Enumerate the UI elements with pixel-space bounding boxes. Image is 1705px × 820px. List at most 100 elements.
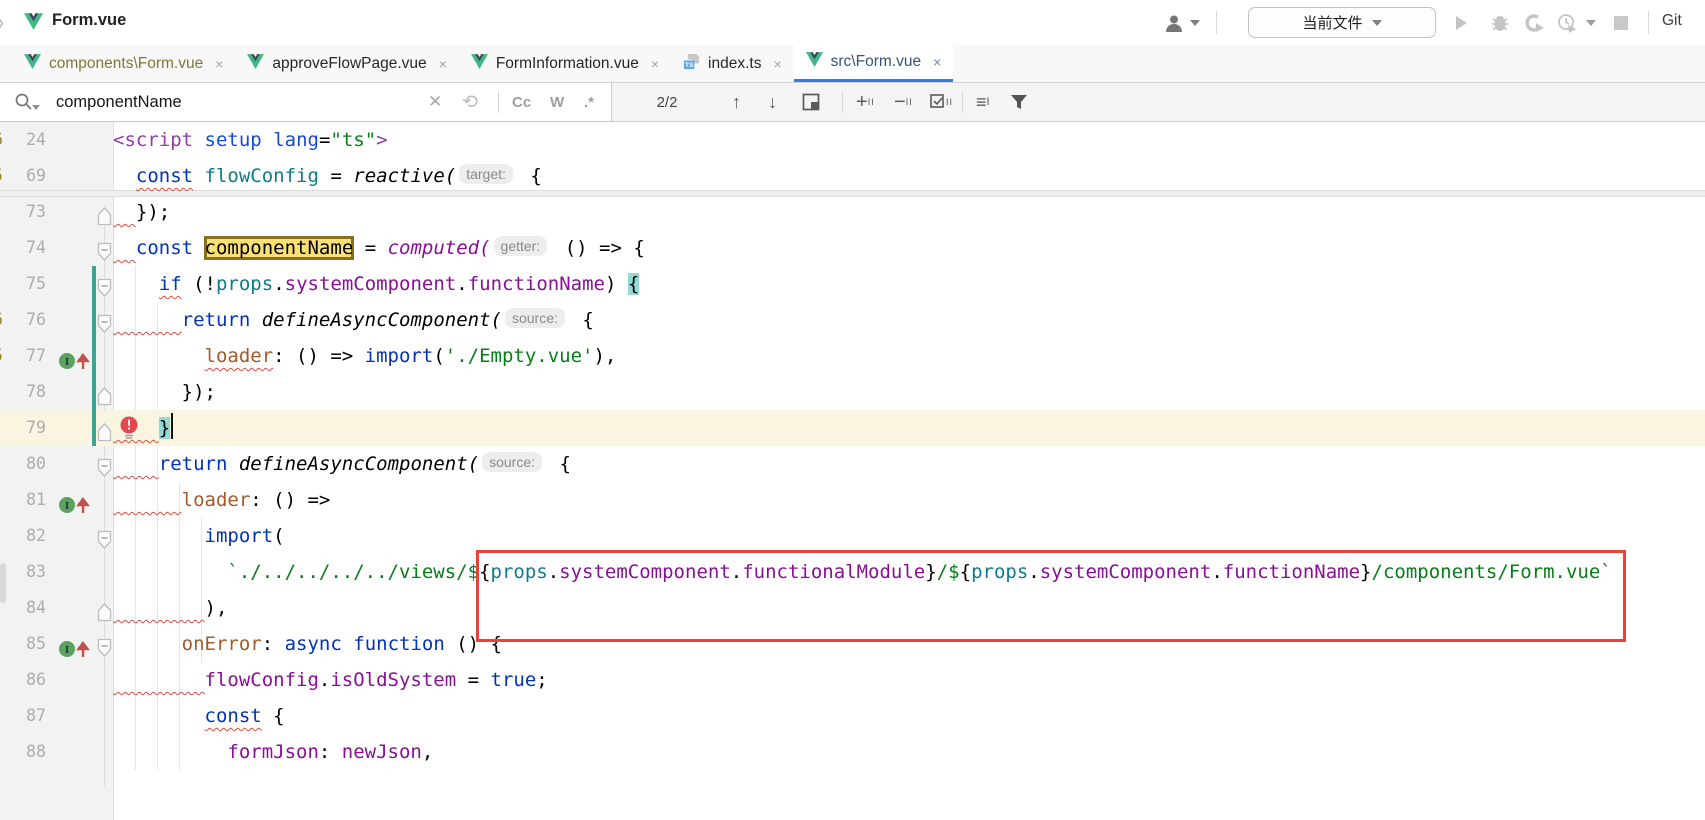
stop-icon[interactable] — [1614, 0, 1628, 45]
tab-components-Form.vue[interactable]: components\Form.vue× — [12, 45, 235, 82]
line-number[interactable]: 76 — [0, 302, 46, 338]
play-icon[interactable] — [1452, 0, 1470, 45]
close-icon[interactable]: × — [651, 56, 659, 72]
fold-down-icon[interactable] — [97, 274, 112, 310]
implementation-marker-icon[interactable]: I — [58, 635, 92, 671]
add-occurrence-icon[interactable]: +II — [856, 83, 875, 121]
user-menu-chevron-icon[interactable] — [1190, 20, 1200, 26]
code-line-69[interactable]: 569 const flowConfig = reactive(target: … — [0, 158, 1705, 194]
code-line-24[interactable]: 624<script setup lang="ts"> — [0, 122, 1705, 158]
code-line-78[interactable]: 78 }); — [0, 374, 1705, 410]
code-line-87[interactable]: 87 const { — [0, 698, 1705, 734]
filter-lines-icon[interactable]: ≡I — [976, 83, 991, 121]
line-number[interactable]: 82 — [0, 518, 46, 554]
fold-up-icon[interactable] — [97, 598, 112, 634]
code-line-77[interactable]: 577I loader: () => import('./Empty.vue')… — [0, 338, 1705, 374]
divider — [842, 91, 843, 113]
close-icon[interactable]: × — [215, 56, 223, 72]
history-icon[interactable] — [1557, 0, 1578, 45]
search-icon[interactable] — [14, 83, 34, 121]
history-chevron-icon[interactable] — [1586, 20, 1596, 26]
implementation-marker-icon[interactable]: I — [58, 491, 92, 527]
whole-words-toggle[interactable]: W — [550, 83, 564, 121]
code-text: }); — [113, 194, 170, 230]
debug-icon[interactable] — [1490, 0, 1510, 45]
tab-src-Form.vue[interactable]: src\Form.vue× — [794, 45, 954, 82]
fold-down-icon[interactable] — [97, 634, 112, 670]
line-number[interactable]: 73 — [0, 194, 46, 230]
line-number[interactable]: 69 — [0, 158, 46, 194]
fold-up-icon[interactable] — [97, 418, 112, 454]
line-number[interactable]: 85 — [0, 626, 46, 662]
fold-down-icon[interactable] — [97, 310, 112, 346]
tab-approveFlowPage.vue[interactable]: approveFlowPage.vue × — [235, 45, 458, 82]
tab-FormInformation.vue[interactable]: FormInformation.vue× — [459, 45, 671, 82]
code-text: flowConfig.isOldSystem = true; — [113, 662, 548, 698]
profiler-icon[interactable] — [1524, 0, 1545, 45]
svg-text:!: ! — [125, 419, 133, 434]
search-query-text[interactable]: componentName — [56, 83, 182, 121]
line-number[interactable]: 24 — [0, 122, 46, 158]
open-in-tool-window-icon[interactable] — [802, 83, 820, 121]
code-line-83[interactable]: 83 `./../../../../views/${props.systemCo… — [0, 554, 1705, 590]
line-number[interactable]: 75 — [0, 266, 46, 302]
prev-match-icon[interactable]: ↑ — [732, 83, 741, 121]
vcs-change-marker[interactable] — [92, 266, 96, 446]
code-line-73[interactable]: 73 }); — [0, 194, 1705, 230]
code-line-75[interactable]: 75 if (!props.systemComponent.functionNa… — [0, 266, 1705, 302]
error-bulb-icon[interactable]: ! — [118, 416, 140, 453]
close-icon[interactable]: × — [773, 56, 781, 72]
svg-text:TS: TS — [685, 62, 694, 69]
line-number[interactable]: 79 — [0, 410, 46, 446]
code-line-76[interactable]: 676 return defineAsyncComponent(source: … — [0, 302, 1705, 338]
clear-icon[interactable]: ✕ — [428, 83, 442, 121]
fold-up-icon[interactable] — [97, 382, 112, 418]
new-search-icon[interactable]: ⟲ — [462, 83, 478, 121]
fold-down-icon[interactable] — [97, 454, 112, 490]
search-mode-chevron-icon[interactable] — [32, 105, 40, 110]
fold-down-icon[interactable] — [97, 238, 112, 274]
line-number[interactable]: 88 — [0, 734, 46, 770]
code-editor[interactable]: 624<script setup lang="ts">569 const flo… — [0, 122, 1705, 820]
match-count: 2/2 — [646, 83, 688, 121]
run-config-selector[interactable]: 当前文件 — [1248, 7, 1436, 38]
code-line-86[interactable]: 86 flowConfig.isOldSystem = true; — [0, 662, 1705, 698]
implementation-marker-icon[interactable]: I — [58, 347, 92, 383]
filter-icon[interactable] — [1010, 83, 1028, 121]
line-number[interactable]: 81 — [0, 482, 46, 518]
match-case-toggle[interactable]: Cc — [512, 83, 531, 121]
tab-index.ts[interactable]: TSindex.ts× — [671, 45, 794, 82]
line-number[interactable]: 77 — [0, 338, 46, 374]
left-scrollbar-thumb[interactable] — [0, 563, 6, 603]
svg-text:I: I — [65, 356, 69, 368]
select-all-occurrences-icon[interactable]: II — [930, 83, 953, 121]
inlay-hint: source: — [505, 308, 565, 328]
code-line-74[interactable]: 74 const componentName = computed(getter… — [0, 230, 1705, 266]
code-line-81[interactable]: 81I loader: () => — [0, 482, 1705, 518]
line-number[interactable]: 80 — [0, 446, 46, 482]
user-icon[interactable] — [1163, 0, 1185, 45]
close-icon[interactable]: × — [439, 56, 447, 72]
code-line-88[interactable]: 88 formJson: newJson, — [0, 734, 1705, 770]
line-number[interactable]: 87 — [0, 698, 46, 734]
fold-up-icon[interactable] — [97, 202, 112, 238]
code-line-84[interactable]: 84 ), — [0, 590, 1705, 626]
git-widget[interactable]: Git — [1662, 12, 1682, 30]
close-icon[interactable]: × — [933, 54, 941, 70]
code-line-80[interactable]: 80 return defineAsyncComponent(source: { — [0, 446, 1705, 482]
code-line-79[interactable]: 79! } — [0, 410, 1705, 446]
code-line-82[interactable]: 82 import( — [0, 518, 1705, 554]
fold-down-icon[interactable] — [97, 526, 112, 562]
tab-label: approveFlowPage.vue — [272, 55, 426, 73]
code-line-85[interactable]: 85I onError: async function () { — [0, 626, 1705, 662]
next-match-icon[interactable]: ↓ — [768, 83, 777, 121]
breadcrumb-chevron-icon: 〉 — [0, 10, 13, 35]
regex-toggle[interactable]: .* — [584, 83, 594, 121]
line-number[interactable]: 74 — [0, 230, 46, 266]
line-number[interactable]: 78 — [0, 374, 46, 410]
line-number[interactable]: 83 — [0, 554, 46, 590]
line-number[interactable]: 86 — [0, 662, 46, 698]
remove-occurrence-icon[interactable]: −II — [894, 83, 913, 121]
line-number[interactable]: 84 — [0, 590, 46, 626]
code-text: `./../../../../views/${props.systemCompo… — [113, 554, 1612, 590]
